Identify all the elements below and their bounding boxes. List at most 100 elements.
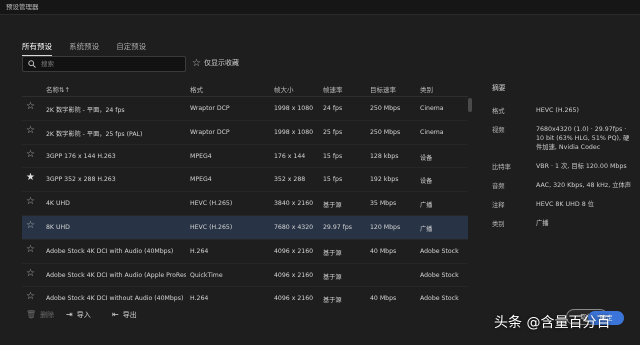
row-category: Cinema	[420, 105, 444, 112]
row-frame-size: 4096 x 2160	[274, 295, 314, 303]
row-name: Adobe Stock 4K DCI with Audio (40Mbps)	[46, 247, 174, 255]
row-frame-size: 7680 x 4320	[274, 223, 314, 231]
row-frame-size: 176 x 144	[274, 152, 306, 160]
column-header-bitrate[interactable]: 目标速率	[370, 84, 396, 94]
favorite-star-filled-icon[interactable]: ★	[26, 173, 35, 183]
row-format: QuickTime	[190, 271, 223, 279]
row-category: 广播	[420, 202, 433, 210]
column-header-format[interactable]: 格式	[190, 84, 203, 94]
table-row[interactable]: ☆ 4K UHD HEVC (H.265) 3840 x 2160 基于源 35…	[22, 192, 468, 216]
row-category: Adobe Stock	[420, 247, 459, 255]
preset-list: ☆ 2K 数字影院 - 平面，24 fps Wraptor DCP 1998 x…	[22, 96, 468, 305]
column-header-name[interactable]: 名称⇅↑	[46, 84, 70, 94]
table-row[interactable]: ☆ 2K 数字影院 - 平面，25 fps (PAL) Wraptor DCP …	[22, 121, 468, 145]
favorite-star-icon[interactable]: ☆	[26, 125, 35, 136]
favorite-star-icon[interactable]: ☆	[26, 149, 35, 160]
row-frame-rate: 基于源	[323, 202, 342, 210]
row-frame-rate: 25 fps	[323, 128, 343, 136]
table-row[interactable]: ☆ 2K 数字影院 - 平面，24 fps Wraptor DCP 1998 x…	[22, 97, 468, 121]
import-icon: ⇥	[66, 310, 73, 319]
row-bitrate: 35 Mbps	[370, 200, 397, 208]
list-scrollbar[interactable]	[468, 98, 472, 298]
table-row[interactable]: ★ 3GPP 352 x 288 H.263 MPEG4 352 x 288 1…	[22, 168, 468, 193]
favorite-star-icon[interactable]: ☆	[26, 197, 35, 207]
row-frame-size: 4096 x 2160	[274, 247, 314, 255]
summary-value: AAC, 320 Kbps, 48 kHz, 立体声	[536, 182, 632, 189]
search-icon	[28, 60, 36, 68]
column-header-frame-rate[interactable]: 帧速率	[323, 84, 343, 94]
summary-value: VBR · 1 次, 目标 120.00 Mbps	[536, 163, 627, 170]
row-bitrate: 120 Mbps	[370, 223, 401, 231]
row-frame-rate: 29.97 fps	[323, 223, 353, 231]
row-frame-rate: 15 fps	[323, 152, 343, 160]
trash-icon: 🗑	[26, 310, 37, 319]
row-name: 2K 数字影院 - 平面，25 fps (PAL)	[46, 130, 143, 138]
summary-key: 注释	[492, 202, 505, 209]
summary-item: 注释 HEVC 8K UHD 8 位	[492, 200, 632, 209]
search-box[interactable]	[22, 56, 186, 72]
summary-item: 比特率 VBR · 1 次, 目标 120.00 Mbps	[492, 162, 632, 171]
summary-key: 比特率	[492, 164, 511, 171]
tab-custom-presets[interactable]: 自定预设	[116, 41, 146, 55]
export-icon: ⇤	[112, 310, 119, 319]
row-bitrate: 250 Mbps	[370, 105, 401, 112]
summary-item: 视频 7680x4320 (1.0) · 29.97fps · 10 bit (…	[492, 125, 632, 152]
table-row[interactable]: ☆ Adobe Stock 4K DCI with Audio (40Mbps)…	[22, 240, 468, 264]
star-outline-icon: ☆	[192, 58, 201, 69]
window-title: 预设管理器	[6, 3, 39, 11]
row-format: MPEG4	[190, 152, 212, 160]
import-label: 导入	[76, 311, 91, 319]
summary-value: 7680x4320 (1.0) · 29.97fps · 10 bit (63%…	[536, 126, 630, 151]
row-frame-size: 3840 x 2160	[274, 200, 314, 208]
search-input[interactable]	[41, 58, 179, 69]
row-name: 3GPP 176 x 144 H.263	[46, 152, 116, 160]
table-header: 名称⇅↑ 格式 帧大小 帧速率 目标速率 类别	[22, 80, 468, 96]
delete-button[interactable]: 🗑 删除	[26, 310, 54, 320]
row-name: 4K UHD	[46, 200, 70, 208]
summary-key: 视频	[492, 127, 505, 134]
delete-label: 删除	[40, 311, 55, 319]
row-format: Wraptor DCP	[190, 105, 230, 112]
favorite-star-icon[interactable]: ☆	[26, 292, 35, 302]
row-format: MPEG4	[190, 176, 212, 184]
summary-value: HEVC 8K UHD 8 位	[536, 201, 595, 208]
row-frame-size: 1998 x 1080	[274, 128, 314, 136]
row-frame-rate: 基于源	[323, 249, 342, 257]
export-button[interactable]: ⇤ 导出	[112, 310, 137, 320]
summary-item: 音频 AAC, 320 Kbps, 48 kHz, 立体声	[492, 181, 632, 190]
row-frame-rate: 15 fps	[323, 176, 343, 184]
tab-all-presets[interactable]: 所有预设	[22, 41, 52, 56]
summary-key: 类别	[492, 221, 505, 228]
favorite-star-icon[interactable]: ☆	[26, 244, 35, 255]
summary-value: 广播	[536, 220, 549, 227]
row-format: Wraptor DCP	[190, 128, 230, 136]
watermark: 头条 @含量百分百	[494, 315, 611, 331]
table-row[interactable]: ☆ 3GPP 176 x 144 H.263 MPEG4 176 x 144 1…	[22, 145, 468, 169]
favorite-star-icon[interactable]: ☆	[26, 102, 35, 112]
scrollbar-thumb[interactable]	[468, 98, 472, 112]
summary-key: 格式	[492, 108, 505, 115]
row-bitrate: 128 kbps	[370, 152, 399, 160]
table-row[interactable]: ☆ Adobe Stock 4K DCI with Audio (Apple P…	[22, 264, 468, 288]
favorites-only-label: 仅显示收藏	[203, 59, 239, 67]
table-row-selected[interactable]: ☆ 8K UHD HEVC (H.265) 7680 x 4320 29.97 …	[22, 215, 468, 240]
import-button[interactable]: ⇥ 导入	[66, 310, 91, 320]
title-bar: 预设管理器	[0, 0, 640, 15]
column-header-frame-size[interactable]: 帧大小	[274, 84, 294, 94]
export-label: 导出	[122, 311, 137, 319]
row-category: 广播	[420, 225, 433, 233]
table-row[interactable]: ☆ Adobe Stock 4K DCI without Audio (40Mb…	[22, 287, 468, 305]
row-format: H.264	[190, 247, 209, 255]
favorite-star-icon[interactable]: ☆	[26, 268, 35, 279]
row-name: Adobe Stock 4K DCI without Audio (40Mbps…	[46, 295, 184, 303]
row-category: Adobe Stock	[420, 271, 459, 279]
row-category: Adobe Stock	[420, 295, 459, 303]
row-frame-size: 4096 x 2160	[274, 271, 314, 279]
tab-system-presets[interactable]: 系统预设	[69, 41, 99, 55]
row-name: Adobe Stock 4K DCI with Audio (Apple Pro…	[46, 271, 186, 279]
favorite-star-icon[interactable]: ☆	[26, 220, 35, 231]
row-frame-size: 1998 x 1080	[274, 105, 314, 112]
favorites-only-toggle[interactable]: ☆ 仅显示收藏	[192, 58, 239, 69]
column-header-category[interactable]: 类别	[420, 84, 433, 94]
summary-item: 类别 广播	[492, 219, 632, 228]
